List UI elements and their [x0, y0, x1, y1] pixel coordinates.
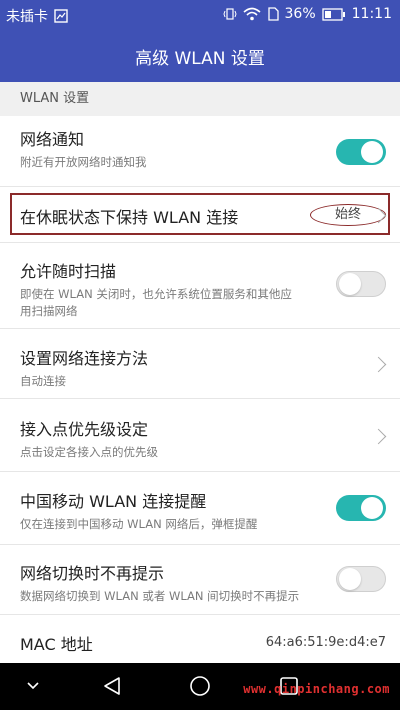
connection-method-subtitle: 自动连接 — [20, 374, 66, 388]
always-scan-toggle[interactable] — [336, 271, 386, 297]
home-icon[interactable] — [189, 675, 211, 697]
app-bar: 高级 WLAN 设置 — [0, 30, 400, 82]
vibrate-icon — [222, 8, 237, 20]
divider — [0, 328, 400, 329]
wifi-icon — [242, 7, 261, 21]
always-scan-subtitle-line2: 用扫描网络 — [20, 304, 78, 318]
no-switch-prompt-toggle[interactable] — [336, 566, 386, 592]
annotation-highlight-box — [10, 193, 390, 235]
toggle-knob — [339, 273, 361, 295]
divider — [0, 544, 400, 545]
divider — [0, 471, 400, 472]
divider — [0, 614, 400, 615]
watermark: www.qinpinchang.com — [243, 682, 390, 696]
mac-value: 64:a6:51:9e:d4:e7 — [265, 635, 386, 650]
clock: 11:11 — [351, 6, 392, 22]
divider — [0, 242, 400, 243]
battery-icon — [321, 7, 345, 21]
battery-percent: 36% — [284, 6, 316, 22]
section-header: WLAN 设置 — [0, 82, 400, 116]
toggle-knob — [339, 568, 361, 590]
image-notification-icon — [54, 9, 68, 23]
connection-method-row[interactable]: 设置网络连接方法 自动连接 — [0, 345, 400, 390]
ap-priority-subtitle: 点击设定各接入点的优先级 — [20, 445, 158, 459]
divider — [0, 398, 400, 399]
back-icon[interactable] — [101, 675, 123, 697]
carrier-text: 未插卡 — [6, 9, 48, 25]
page-title: 高级 WLAN 设置 — [135, 48, 265, 69]
toggle-knob — [361, 141, 383, 163]
divider — [0, 186, 400, 187]
ap-priority-row[interactable]: 接入点优先级设定 点击设定各接入点的优先级 — [0, 416, 400, 461]
status-bar: 未插卡 36% 11:11 — [0, 0, 400, 30]
connection-method-title: 设置网络连接方法 — [20, 349, 149, 368]
cmcc-remind-toggle[interactable] — [336, 495, 386, 521]
network-notify-toggle[interactable] — [336, 139, 386, 165]
sim-icon — [267, 7, 279, 21]
ap-priority-title: 接入点优先级设定 — [20, 420, 149, 439]
chevron-down-icon[interactable] — [26, 680, 40, 692]
toggle-knob — [361, 497, 383, 519]
